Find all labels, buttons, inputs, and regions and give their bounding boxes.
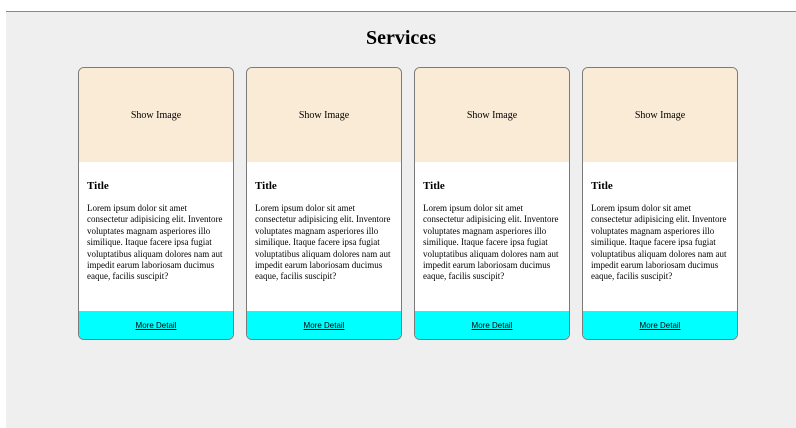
page-viewport: Services Show Image Title Lorem ipsum do… — [6, 11, 796, 428]
card-footer: More Detail — [247, 311, 401, 339]
card-image-label: Show Image — [130, 109, 182, 121]
card-title: Title — [423, 180, 445, 192]
card-title: Title — [591, 180, 613, 192]
card-footer: More Detail — [583, 311, 737, 339]
service-card: Show Image Title Lorem ipsum dolor sit a… — [78, 67, 234, 340]
card-image-label: Show Image — [466, 109, 518, 121]
service-card: Show Image Title Lorem ipsum dolor sit a… — [246, 67, 402, 340]
more-detail-link[interactable]: More Detail — [304, 321, 345, 330]
card-description: Lorem ipsum dolor sit amet consectetur a… — [591, 203, 727, 282]
card-title: Title — [87, 180, 109, 192]
card-body: Title Lorem ipsum dolor sit amet consect… — [247, 162, 401, 311]
card-body: Title Lorem ipsum dolor sit amet consect… — [583, 162, 737, 311]
card-description: Lorem ipsum dolor sit amet consectetur a… — [87, 203, 223, 282]
card-image-label: Show Image — [634, 109, 686, 121]
card-image-placeholder: Show Image — [79, 68, 233, 162]
card-image-placeholder: Show Image — [415, 68, 569, 162]
card-description: Lorem ipsum dolor sit amet consectetur a… — [255, 203, 391, 282]
more-detail-link[interactable]: More Detail — [136, 321, 177, 330]
card-description: Lorem ipsum dolor sit amet consectetur a… — [423, 203, 559, 282]
card-title: Title — [255, 180, 277, 192]
page-title: Services — [366, 27, 436, 49]
service-card: Show Image Title Lorem ipsum dolor sit a… — [582, 67, 738, 340]
card-footer: More Detail — [415, 311, 569, 339]
card-image-label: Show Image — [298, 109, 350, 121]
card-image-placeholder: Show Image — [583, 68, 737, 162]
service-cards: Show Image Title Lorem ipsum dolor sit a… — [78, 67, 738, 340]
more-detail-link[interactable]: More Detail — [472, 321, 513, 330]
card-body: Title Lorem ipsum dolor sit amet consect… — [79, 162, 233, 311]
card-image-placeholder: Show Image — [247, 68, 401, 162]
service-card: Show Image Title Lorem ipsum dolor sit a… — [414, 67, 570, 340]
more-detail-link[interactable]: More Detail — [640, 321, 681, 330]
card-footer: More Detail — [79, 311, 233, 339]
card-body: Title Lorem ipsum dolor sit amet consect… — [415, 162, 569, 311]
